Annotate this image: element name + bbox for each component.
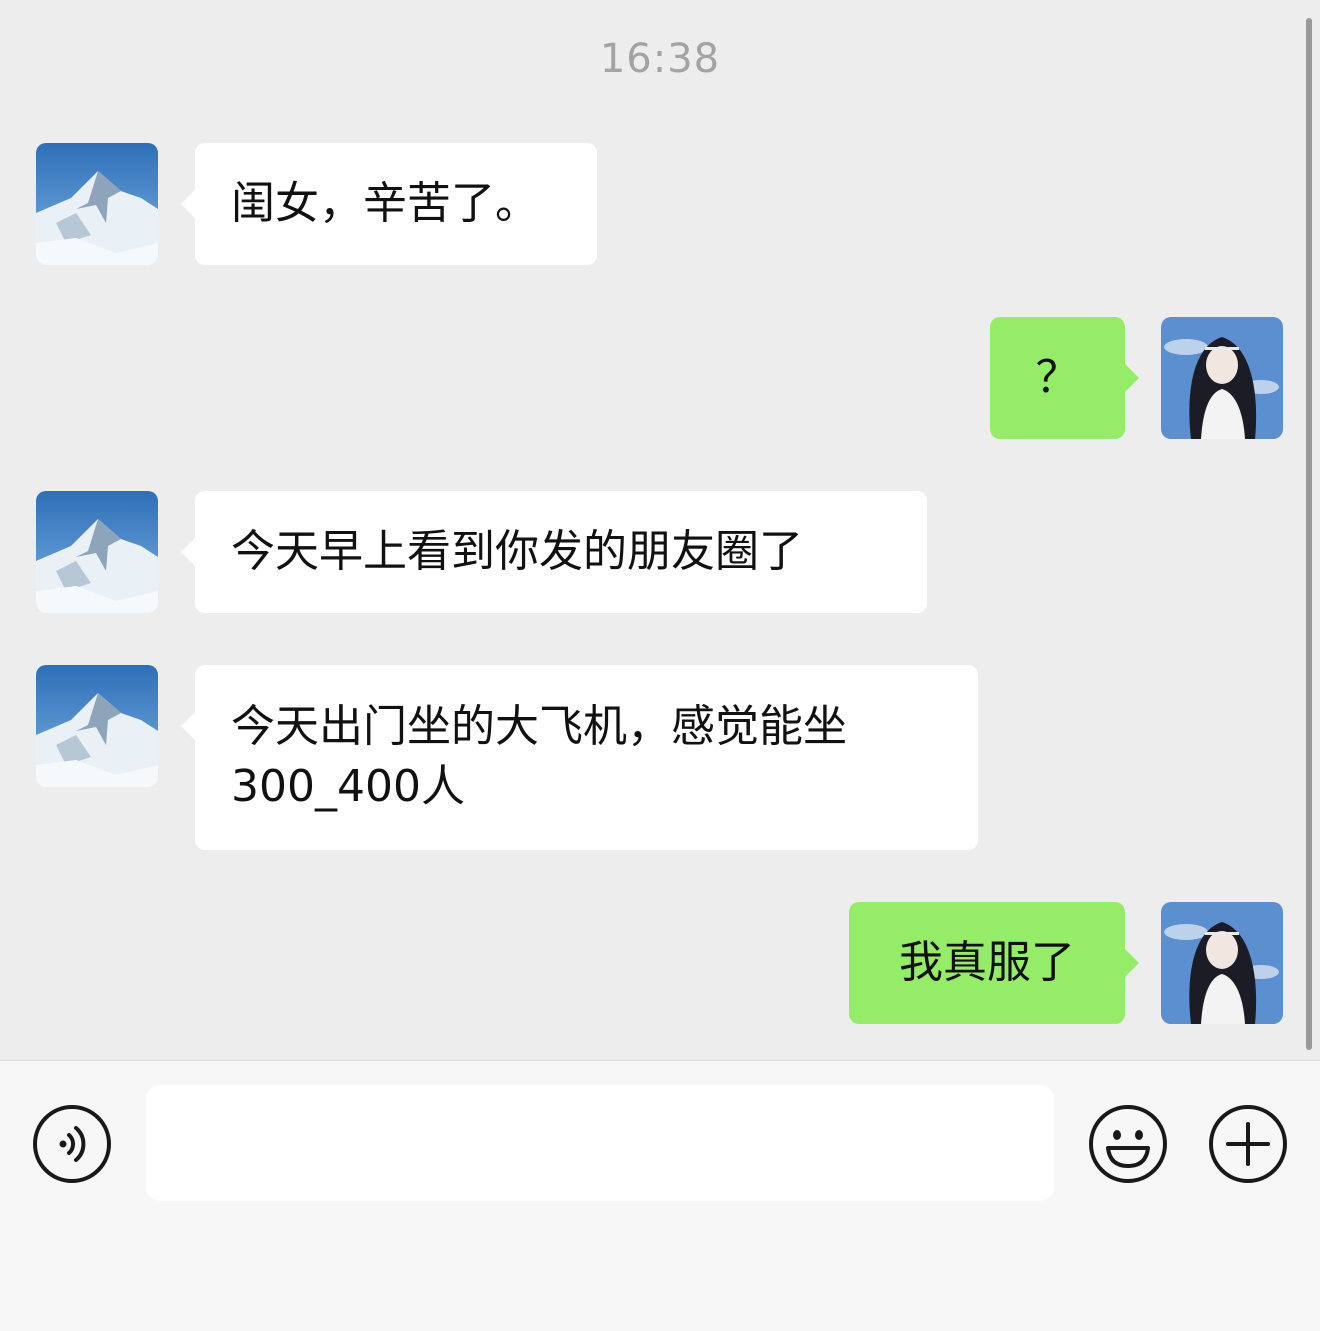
message-text: 闺女，辛苦了。 (231, 178, 539, 229)
mountain-avatar-image (36, 143, 158, 265)
girl-avatar-image (1161, 902, 1283, 1024)
scrollbar[interactable] (1306, 18, 1312, 1050)
message-bubble-received[interactable]: 今天出门坐的大飞机，感觉能坐 300_400人 (181, 665, 978, 850)
plus-icon (1209, 1105, 1287, 1183)
my-avatar[interactable] (1161, 902, 1283, 1024)
plus-button[interactable] (1208, 1104, 1288, 1184)
emoji-icon (1089, 1105, 1167, 1183)
contact-avatar[interactable] (36, 665, 158, 787)
message-text: 今天早上看到你发的朋友圈了 (231, 526, 803, 577)
message-bubble-sent[interactable]: 我真服了 (849, 902, 1139, 1024)
voice-button[interactable] (32, 1104, 112, 1184)
voice-icon (33, 1105, 111, 1183)
girl-avatar-image (1161, 317, 1283, 439)
message-text-line-2: 300_400人 (231, 761, 465, 812)
message-text: ？ (1035, 352, 1080, 403)
message-bubble-sent[interactable]: ？ (990, 317, 1139, 439)
message-text: 我真服了 (899, 937, 1075, 988)
message-input[interactable] (146, 1085, 1054, 1201)
message-bubble-received[interactable]: 闺女，辛苦了。 (181, 143, 597, 265)
message-text-line-1: 今天出门坐的大飞机，感觉能坐 (231, 701, 847, 752)
my-avatar[interactable] (1161, 317, 1283, 439)
contact-avatar[interactable] (36, 491, 158, 613)
emoji-button[interactable] (1088, 1104, 1168, 1184)
message-bubble-received[interactable]: 今天早上看到你发的朋友圈了 (181, 491, 927, 613)
mountain-avatar-image (36, 491, 158, 613)
chat-timestamp: 16:38 (599, 36, 721, 82)
mountain-avatar-image (36, 665, 158, 787)
contact-avatar[interactable] (36, 143, 158, 265)
